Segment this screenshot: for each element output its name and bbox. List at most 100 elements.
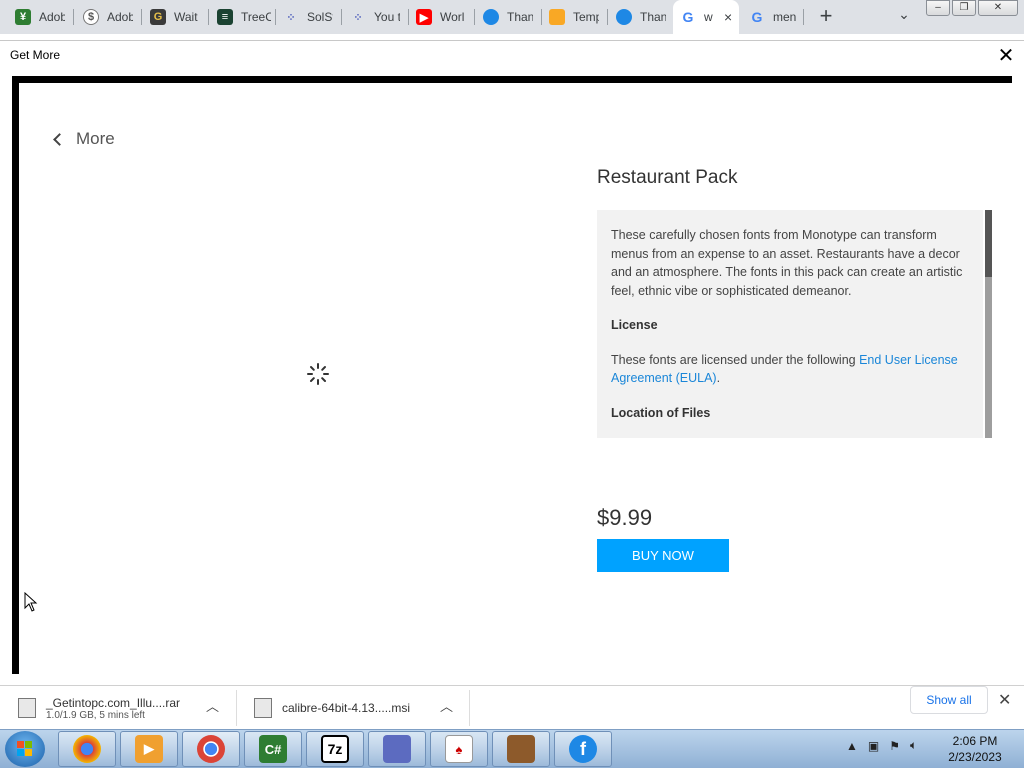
tab-search-icon[interactable]: ⌄ <box>893 6 915 28</box>
tab-title: men <box>773 10 797 24</box>
books-icon <box>507 735 535 763</box>
browser-tab-strip: ¥ Adob $ Adob G Wait ≡ TreeC ⁘ SolSt ⁘ Y… <box>0 0 1024 34</box>
start-button[interactable] <box>5 731 45 767</box>
setup-icon <box>383 735 411 763</box>
windows-logo-icon <box>17 741 33 757</box>
chrome-icon <box>197 735 225 763</box>
license-body: These fonts are licensed under the follo… <box>611 352 860 367</box>
downloads-close-button[interactable]: ✕ <box>998 690 1011 710</box>
loading-spinner-icon <box>307 363 329 385</box>
dots-icon: ⁘ <box>353 11 363 24</box>
downloads-bar: _Getintopc.com_Illu....rar 1.0/1.9 GB, 5… <box>0 685 1024 729</box>
7zip-icon: 7z <box>321 735 349 763</box>
tab-than-1[interactable]: Than <box>476 0 542 34</box>
tab-title: Adob <box>107 10 133 24</box>
pack-description-panel: These carefully chosen fonts from Monoty… <box>597 210 983 438</box>
taskbar-books[interactable] <box>492 731 550 767</box>
network-icon[interactable]: ▣ <box>868 739 879 753</box>
google-icon: G <box>751 9 763 25</box>
balloon-icon <box>616 9 632 25</box>
google-icon: G <box>682 9 694 25</box>
msi-file-icon <box>254 698 272 718</box>
license-end: . <box>716 371 721 385</box>
volume-icon[interactable]: 🔈︎ <box>910 738 917 753</box>
balloon-icon <box>483 9 499 25</box>
clock-time: 2:06 PM <box>952 734 998 748</box>
show-all-button[interactable]: Show all <box>910 686 988 714</box>
dollar-icon: $ <box>83 9 99 25</box>
license-heading: License <box>611 318 658 332</box>
tab-adobe-stock[interactable]: ¥ Adob <box>8 0 74 34</box>
description-scroll-thumb[interactable] <box>985 210 992 277</box>
download-filename: _Getintopc.com_Illu....rar <box>46 695 181 710</box>
taskbar-clock[interactable]: 2:06 PM 2/23/2023 <box>940 733 1010 765</box>
tab-title: Than <box>640 10 666 24</box>
tab-temp[interactable]: Temp <box>542 0 608 34</box>
show-hidden-icons-icon[interactable]: ▲ <box>846 739 858 753</box>
chevron-up-icon[interactable]: ︿ <box>440 696 453 715</box>
close-tab-icon[interactable]: × <box>724 9 732 25</box>
back-label: More <box>76 129 115 148</box>
tab-world[interactable]: ▶ Worl <box>409 0 475 34</box>
chevron-up-icon[interactable]: ︿ <box>206 696 219 715</box>
buy-now-button[interactable]: BUY NOW <box>597 539 729 572</box>
tab-title: Than <box>507 10 533 24</box>
clock-date: 2/23/2023 <box>948 750 1002 764</box>
g-logo-icon: G <box>150 9 166 25</box>
pack-price: $9.99 <box>597 505 653 530</box>
taskbar-chrome-old[interactable] <box>58 731 116 767</box>
dialog-close-button[interactable]: ✕ <box>996 43 1016 68</box>
tab-title: TreeC <box>241 10 271 24</box>
solitaire-icon: ♠ <box>445 735 473 763</box>
download-item[interactable]: _Getintopc.com_Illu....rar 1.0/1.9 GB, 5… <box>18 686 180 730</box>
tab-title: Temp <box>573 10 599 24</box>
pack-title: Restaurant Pack <box>597 167 738 188</box>
window-close-button[interactable]: ✕ <box>978 0 1018 16</box>
taskbar-media-player[interactable]: ▶ <box>120 731 178 767</box>
taskbar-solitaire[interactable]: ♠ <box>430 731 488 767</box>
location-heading: Location of Files <box>611 405 711 420</box>
back-link[interactable]: More <box>53 129 115 149</box>
tab-adobe[interactable]: $ Adob <box>76 0 142 34</box>
new-tab-button[interactable]: + <box>814 4 838 28</box>
flag-icon[interactable]: ⚑ <box>889 739 900 753</box>
taskbar-7zip[interactable]: 7z <box>306 731 364 767</box>
minimize-button[interactable]: – <box>926 0 950 16</box>
restore-button[interactable]: ❐ <box>952 0 976 16</box>
tab-you[interactable]: ⁘ You t <box>343 0 409 34</box>
dots-icon: ⁘ <box>286 11 296 24</box>
adobe-stock-icon: ¥ <box>15 9 31 25</box>
folder-icon <box>549 9 565 25</box>
font-icon: f <box>569 735 597 763</box>
tab-solst[interactable]: ⁘ SolSt <box>276 0 342 34</box>
tab-title: w <box>704 10 713 24</box>
tab-treec[interactable]: ≡ TreeC <box>210 0 276 34</box>
tab-active-google[interactable]: G w × <box>673 0 739 34</box>
tab-title: SolSt <box>307 10 333 24</box>
pack-description: These carefully chosen fonts from Monoty… <box>611 228 963 298</box>
taskbar-font-app[interactable]: f <box>554 731 612 767</box>
dialog-titlebar <box>0 40 1024 72</box>
chevron-left-icon <box>53 132 66 146</box>
tab-title: You t <box>374 10 400 24</box>
mouse-cursor-icon <box>24 592 38 612</box>
download-filename: calibre-64bit-4.13.....msi <box>282 701 411 715</box>
license-text: These fonts are licensed under the follo… <box>611 351 969 388</box>
dialog-title: Get More <box>10 48 61 62</box>
media-player-icon: ▶ <box>135 735 163 763</box>
system-tray: ▲ ▣ ⚑ 🔈︎ <box>846 738 927 753</box>
tab-men-google[interactable]: G men <box>742 0 804 34</box>
tab-title: Adob <box>39 10 65 24</box>
tab-title: Worl <box>440 10 465 24</box>
tab-wait[interactable]: G Wait <box>143 0 209 34</box>
taskbar-setup[interactable] <box>368 731 426 767</box>
treecard-icon: ≡ <box>217 9 233 25</box>
taskbar-chrome[interactable] <box>182 731 240 767</box>
download-item[interactable]: calibre-64bit-4.13.....msi <box>254 686 410 730</box>
rar-file-icon <box>18 698 36 718</box>
window-controls: – ❐ ✕ <box>926 0 1020 18</box>
taskbar-csharp[interactable]: C# <box>244 731 302 767</box>
tab-than-2[interactable]: Than <box>609 0 675 34</box>
csharp-icon: C# <box>259 735 287 763</box>
youtube-icon: ▶ <box>416 9 432 25</box>
